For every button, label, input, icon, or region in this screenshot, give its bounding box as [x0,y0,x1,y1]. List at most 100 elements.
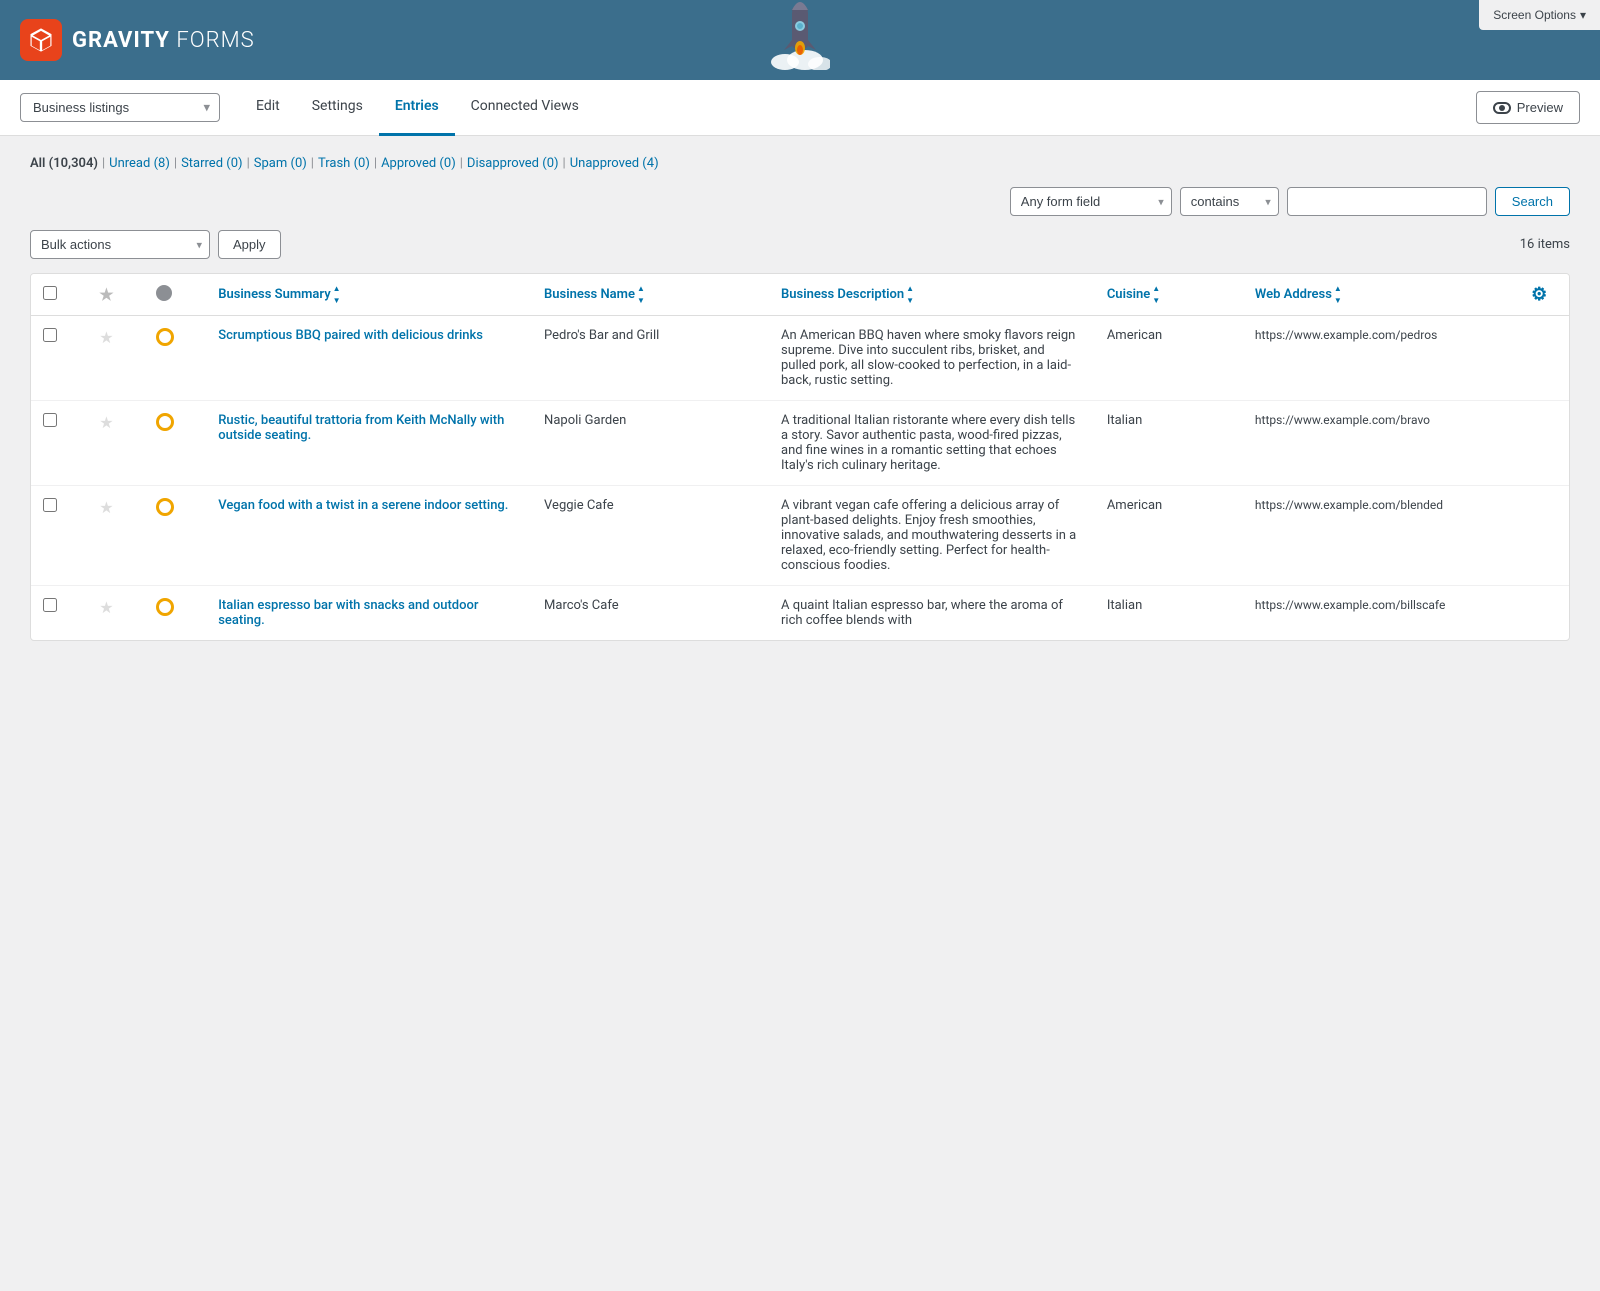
col-header-cuisine[interactable]: Cuisine ▲ ▼ [1095,274,1243,316]
settings-gear-icon[interactable]: ⚙ [1531,284,1547,305]
field-select-wrap: Any form field Business Summary Business… [1010,187,1172,216]
row-description-cell: A traditional Italian ristorante where e… [769,401,1095,486]
nav-link-entries[interactable]: Entries [379,80,455,136]
row-checkbox-cell [31,486,87,586]
row-star-cell: ★ [87,401,144,486]
preview-icon [1493,102,1511,114]
row-web-cell: https://www.example.com/pedros [1243,316,1510,401]
cuisine-sort-arrows: ▲ ▼ [1152,285,1160,305]
entry-description: A quaint Italian espresso bar, where the… [781,598,1063,628]
entry-name: Marco's Cafe [544,598,619,613]
filter-disapproved[interactable]: Disapproved (0) [467,156,559,171]
row-gear-cell [1509,486,1569,586]
row-gear-cell [1509,316,1569,401]
preview-button[interactable]: Preview [1476,91,1580,124]
form-selector-wrap: Business listings [20,93,220,122]
row-checkbox[interactable] [43,598,57,612]
filter-spam[interactable]: Spam (0) [254,156,307,171]
entry-summary-link[interactable]: Rustic, beautiful trattoria from Keith M… [218,413,504,443]
table-body: ★ Scrumptious BBQ paired with delicious … [31,316,1569,641]
entry-summary-link[interactable]: Scrumptious BBQ paired with delicious dr… [218,328,483,343]
entry-summary-link[interactable]: Italian espresso bar with snacks and out… [218,598,478,628]
entry-cuisine: Italian [1107,598,1142,613]
row-summary-cell: Vegan food with a twist in a serene indo… [206,486,532,586]
screen-options-button[interactable]: Screen Options ▾ [1479,0,1600,30]
row-description-cell: A vibrant vegan cafe offering a deliciou… [769,486,1095,586]
nav-link-connected-views[interactable]: Connected Views [455,80,595,136]
condition-select-wrap: contains is is not starts with ends with [1180,187,1279,216]
entries-table-wrap: ★ Business Summary ▲ ▼ [30,273,1570,641]
star-icon[interactable]: ★ [99,328,113,347]
condition-select[interactable]: contains is is not starts with ends with [1180,187,1279,216]
row-cuisine-cell: American [1095,486,1243,586]
row-description-cell: An American BBQ haven where smoky flavor… [769,316,1095,401]
status-dot[interactable] [156,598,174,616]
row-checkbox-cell [31,316,87,401]
entry-summary-link[interactable]: Vegan food with a twist in a serene indo… [218,498,508,513]
bulk-select-wrap: Bulk actions Mark as Read Mark as Unread… [30,230,210,259]
summary-sort-arrows: ▲ ▼ [333,285,341,305]
status-dot[interactable] [156,328,174,346]
star-icon[interactable]: ★ [99,498,113,517]
logo-text: GRAVITY FORMS [72,28,255,53]
apply-button[interactable]: Apply [218,230,281,259]
nav-links: Edit Settings Entries Connected Views [240,80,595,136]
entry-description: A traditional Italian ristorante where e… [781,413,1075,473]
nav-link-edit[interactable]: Edit [240,80,296,136]
row-name-cell: Veggie Cafe [532,486,769,586]
row-checkbox[interactable] [43,328,57,342]
col-header-name[interactable]: Business Name ▲ ▼ [532,274,769,316]
col-header-web[interactable]: Web Address ▲ ▼ [1243,274,1510,316]
main-content: All (10,304) | Unread (8) | Starred (0) … [0,136,1600,1291]
field-select[interactable]: Any form field Business Summary Business… [1010,187,1172,216]
select-all-checkbox[interactable] [43,286,57,300]
status-header-icon [156,285,172,301]
entries-table: ★ Business Summary ▲ ▼ [31,274,1569,640]
filter-all[interactable]: All (10,304) [30,156,98,171]
filter-approved[interactable]: Approved (0) [381,156,456,171]
row-checkbox[interactable] [43,498,57,512]
row-name-cell: Marco's Cafe [532,586,769,641]
table-header-row: ★ Business Summary ▲ ▼ [31,274,1569,316]
status-dot[interactable] [156,498,174,516]
filter-unread[interactable]: Unread (8) [109,156,170,171]
row-name-cell: Napoli Garden [532,401,769,486]
col-header-description[interactable]: Business Description ▲ ▼ [769,274,1095,316]
row-checkbox-cell [31,586,87,641]
table-row: ★ Scrumptious BBQ paired with delicious … [31,316,1569,401]
entry-web-address: https://www.example.com/billscafe [1255,598,1445,612]
bulk-select[interactable]: Bulk actions Mark as Read Mark as Unread… [30,230,210,259]
search-input[interactable] [1287,187,1487,216]
entry-description: A vibrant vegan cafe offering a deliciou… [781,498,1076,573]
filter-starred[interactable]: Starred (0) [181,156,243,171]
table-row: ★ Italian espresso bar with snacks and o… [31,586,1569,641]
row-cuisine-cell: Italian [1095,401,1243,486]
row-cuisine-cell: Italian [1095,586,1243,641]
entry-name: Napoli Garden [544,413,626,428]
items-count: 16 items [1520,237,1570,252]
col-header-star: ★ [87,274,144,316]
star-icon[interactable]: ★ [99,598,113,617]
status-dot[interactable] [156,413,174,431]
row-cuisine-cell: American [1095,316,1243,401]
row-summary-cell: Scrumptious BBQ paired with delicious dr… [206,316,532,401]
star-icon[interactable]: ★ [99,413,113,432]
search-button[interactable]: Search [1495,187,1570,216]
web-sort-arrows: ▲ ▼ [1334,285,1342,305]
row-web-cell: https://www.example.com/blended [1243,486,1510,586]
entry-cuisine: American [1107,328,1162,343]
row-name-cell: Pedro's Bar and Grill [532,316,769,401]
nav-link-settings[interactable]: Settings [296,80,379,136]
entry-cuisine: Italian [1107,413,1142,428]
filter-unapproved[interactable]: Unapproved (4) [570,156,659,171]
search-row: Any form field Business Summary Business… [30,187,1570,216]
form-selector[interactable]: Business listings [20,93,220,122]
filter-trash[interactable]: Trash (0) [318,156,370,171]
row-status-cell [144,586,206,641]
col-header-gear: ⚙ [1509,274,1569,316]
col-header-summary[interactable]: Business Summary ▲ ▼ [206,274,532,316]
row-checkbox[interactable] [43,413,57,427]
gravity-forms-logo-svg [27,26,55,54]
entry-name: Veggie Cafe [544,498,614,513]
logo: GRAVITY FORMS [20,19,255,61]
